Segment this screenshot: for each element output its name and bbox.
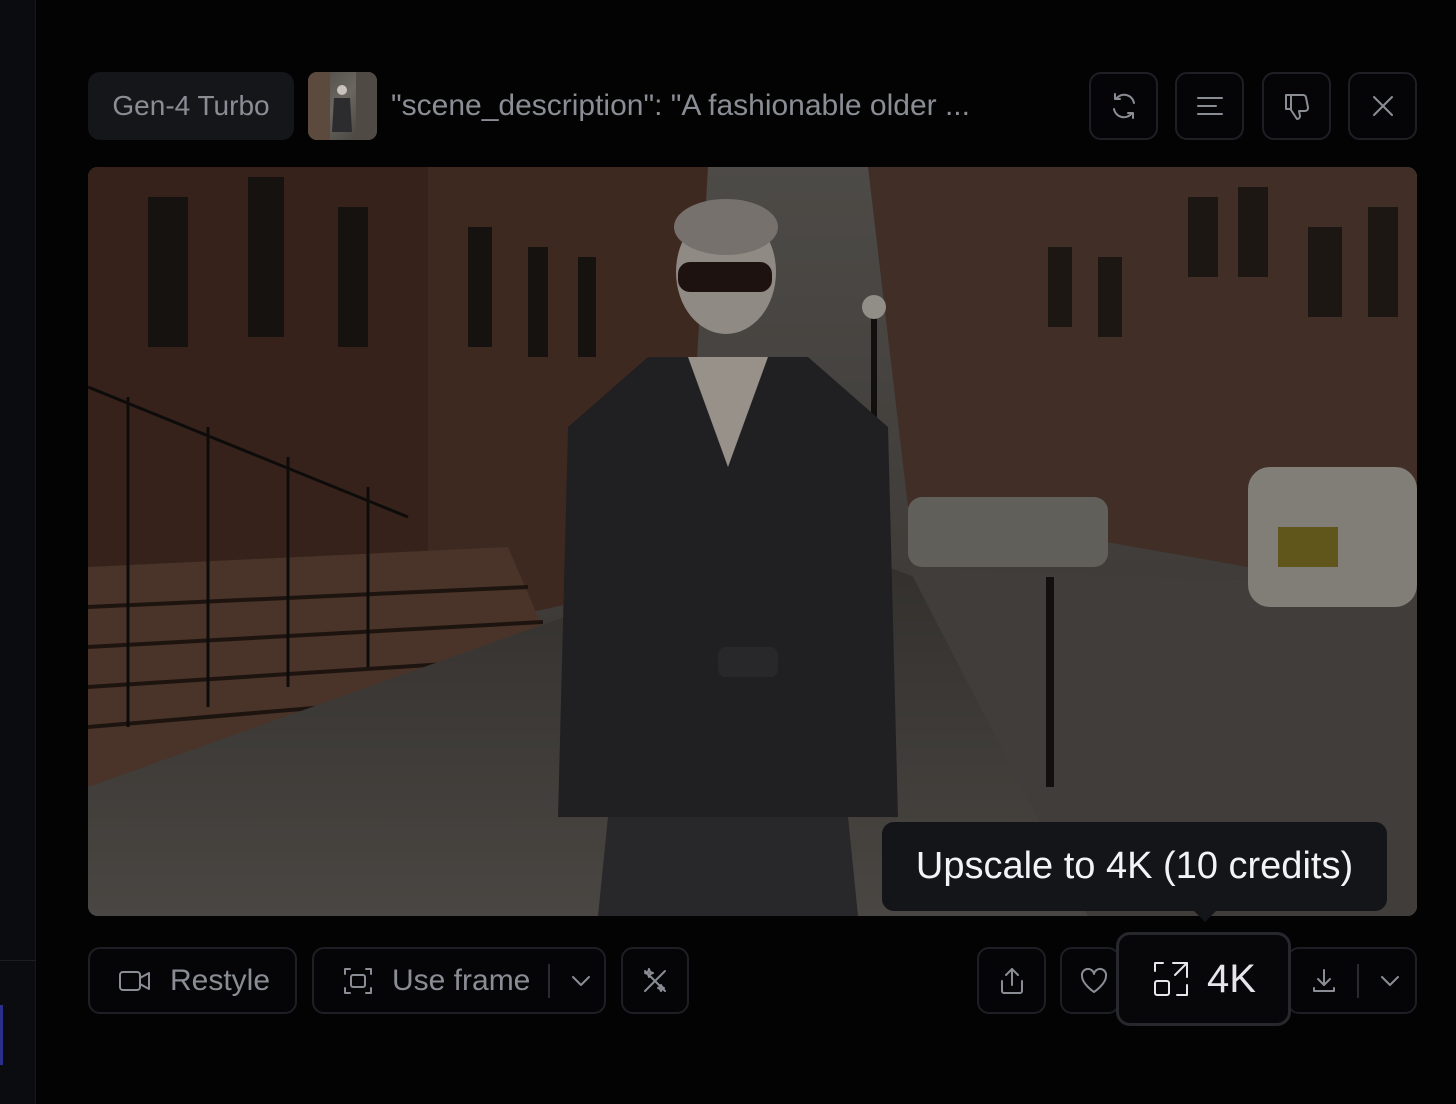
upscale-icon (1154, 962, 1189, 996)
heart-icon (1080, 967, 1108, 993)
sidebar-active-indicator (0, 1005, 3, 1065)
prompt-preview[interactable]: "scene_description": "A fashionable olde… (391, 72, 1061, 140)
generation-viewer: Gen-4 Turbo "scene_description": "A fash… (0, 0, 1456, 1104)
sidebar-divider (0, 960, 36, 961)
restyle-button[interactable]: Restyle (88, 947, 297, 1014)
chevron-down-icon[interactable] (1377, 968, 1403, 994)
video-player[interactable] (88, 167, 1417, 916)
upscale-4k-label: 4K (1207, 956, 1256, 1001)
dislike-button[interactable] (1262, 72, 1331, 140)
like-button[interactable] (1060, 947, 1120, 1014)
close-icon (1372, 96, 1393, 116)
thumbnail-image (308, 72, 377, 140)
regenerate-button[interactable] (1089, 72, 1158, 140)
split-divider (1357, 963, 1359, 998)
upscale-4k-button[interactable]: 4K (1116, 932, 1291, 1026)
model-badge-label: Gen-4 Turbo (112, 90, 270, 121)
prompt-preview-text: "scene_description": "A fashionable olde… (391, 89, 970, 122)
align-left-icon (1196, 97, 1223, 115)
refresh-icon (1112, 93, 1135, 119)
left-sidebar (0, 0, 36, 1104)
download-icon (1313, 968, 1335, 992)
upscale-tooltip: Upscale to 4K (10 credits) (882, 822, 1387, 911)
use-frame-label: Use frame (392, 963, 531, 997)
video-camera-icon (119, 970, 150, 991)
magic-wand-icon (644, 967, 666, 992)
chevron-down-icon[interactable] (568, 968, 594, 994)
model-badge[interactable]: Gen-4 Turbo (88, 72, 294, 140)
tooltip-tail (1193, 910, 1217, 922)
use-frame-button[interactable]: Use frame (312, 947, 606, 1014)
thumbs-down-icon (1284, 94, 1309, 120)
details-button[interactable] (1175, 72, 1244, 140)
upscale-tooltip-text: Upscale to 4K (10 credits) (915, 845, 1354, 887)
video-frame (88, 167, 1417, 916)
frame-capture-icon (344, 967, 372, 994)
split-divider (548, 963, 551, 998)
share-button[interactable] (977, 947, 1046, 1014)
magic-button[interactable] (621, 947, 689, 1014)
video-thumbnail[interactable] (308, 72, 377, 140)
share-icon (1000, 967, 1023, 994)
download-button[interactable] (1287, 947, 1417, 1014)
restyle-label: Restyle (170, 963, 271, 997)
close-button[interactable] (1348, 72, 1417, 140)
